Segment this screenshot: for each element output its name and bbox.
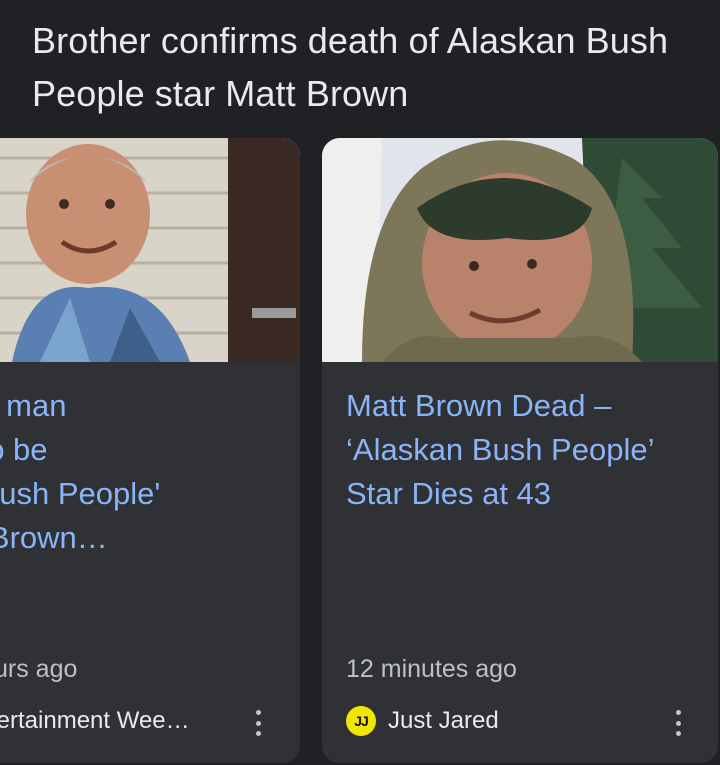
headline-line: kan Bush People': [0, 476, 161, 511]
more-options-icon[interactable]: [248, 710, 268, 736]
time-ago: urs ago: [0, 655, 78, 683]
time-ago: 12 minutes ago: [346, 655, 517, 683]
article-thumbnail[interactable]: [322, 138, 718, 362]
article-headline[interactable]: ch for man ved to be kan Bush People' Ma…: [0, 384, 300, 560]
news-card[interactable]: Matt Brown Dead – ‘Alaskan Bush People’ …: [322, 138, 718, 763]
source-name: tertainment Wee…: [0, 707, 190, 734]
source-row: tertainment Wee…: [0, 704, 190, 738]
headline-line: ch for man: [0, 388, 67, 423]
top-stories-panel: Brother confirms death of Alaskan Bush P…: [0, 0, 720, 765]
headline-line: ‘Alaskan Bush People’: [346, 432, 655, 467]
just-jared-logo-icon: JJ: [346, 706, 376, 736]
more-options-icon[interactable]: [668, 710, 688, 736]
headline-line: ved to be: [0, 432, 48, 467]
article-thumbnail[interactable]: [0, 138, 300, 362]
headline-line: Matt Brown Dead –: [346, 388, 612, 423]
article-headline[interactable]: Matt Brown Dead – ‘Alaskan Bush People’ …: [346, 384, 706, 516]
source-name: Just Jared: [388, 707, 499, 734]
photo-thumbnail-icon: [0, 138, 300, 362]
headline-line: Star Dies at 43: [346, 476, 552, 511]
photo-thumbnail-icon: [322, 138, 718, 362]
story-title[interactable]: Brother confirms death of Alaskan Bush P…: [32, 14, 692, 120]
headline-line: Matt Brown…: [0, 520, 108, 555]
source-row: JJ Just Jared: [346, 704, 499, 738]
news-card[interactable]: ch for man ved to be kan Bush People' Ma…: [0, 138, 300, 763]
